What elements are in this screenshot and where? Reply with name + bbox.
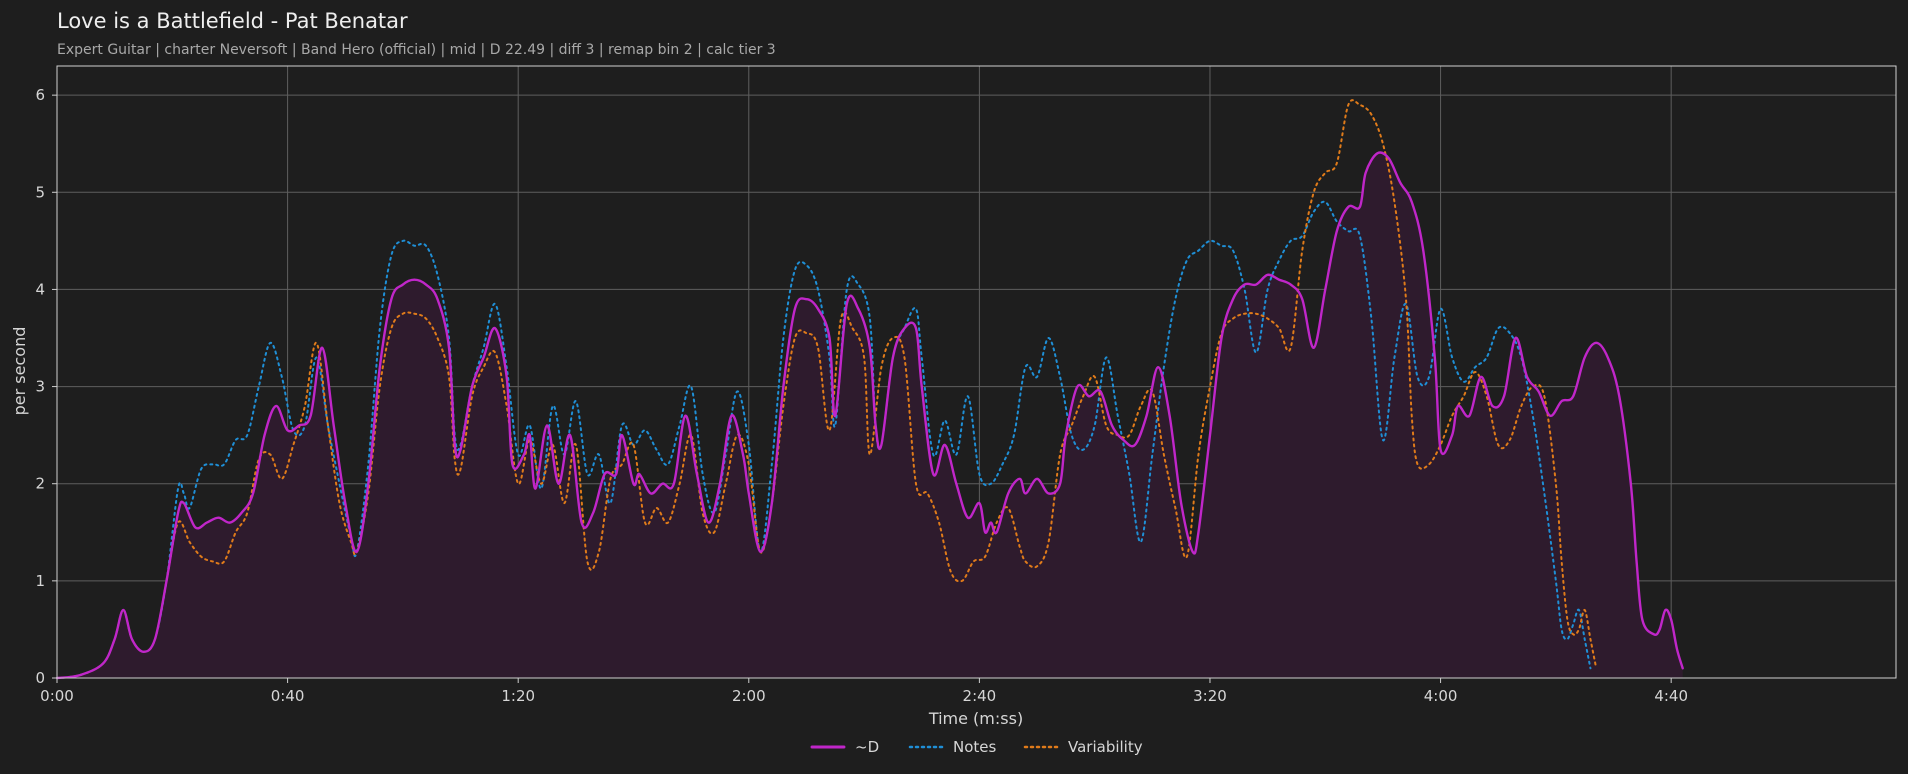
y-tick-label: 1 bbox=[35, 572, 45, 590]
x-tick-label: 1:20 bbox=[501, 687, 535, 705]
chart-title: Love is a Battlefield - Pat Benatar bbox=[57, 9, 408, 33]
y-tick-label: 5 bbox=[35, 183, 45, 201]
chart-svg: Love is a Battlefield - Pat Benatar Expe… bbox=[0, 0, 1908, 774]
chart-root: Love is a Battlefield - Pat Benatar Expe… bbox=[0, 0, 1908, 774]
x-axis-label: Time (m:ss) bbox=[928, 709, 1023, 728]
y-tick-label: 6 bbox=[35, 86, 45, 104]
x-tick-label: 3:20 bbox=[1193, 687, 1227, 705]
chart-subtitle: Expert Guitar | charter Neversoft | Band… bbox=[57, 42, 776, 58]
x-tick-label: 0:00 bbox=[40, 687, 74, 705]
y-tick-label: 3 bbox=[35, 378, 45, 396]
legend-label: Notes bbox=[953, 738, 997, 756]
x-tick-label: 4:40 bbox=[1654, 687, 1688, 705]
legend-label: Variability bbox=[1068, 738, 1143, 756]
legend-label: ~D bbox=[855, 738, 879, 756]
x-tick-label: 0:40 bbox=[271, 687, 305, 705]
x-tick-label: 4:00 bbox=[1424, 687, 1458, 705]
legend: ~D Notes Variability bbox=[810, 738, 1143, 756]
y-tick-label: 4 bbox=[35, 280, 45, 298]
y-tick-label: 0 bbox=[35, 669, 45, 687]
x-tick-label: 2:40 bbox=[963, 687, 997, 705]
y-tick-label: 2 bbox=[35, 475, 45, 493]
y-axis-label: per second bbox=[10, 327, 29, 416]
x-tick-label: 2:00 bbox=[732, 687, 766, 705]
